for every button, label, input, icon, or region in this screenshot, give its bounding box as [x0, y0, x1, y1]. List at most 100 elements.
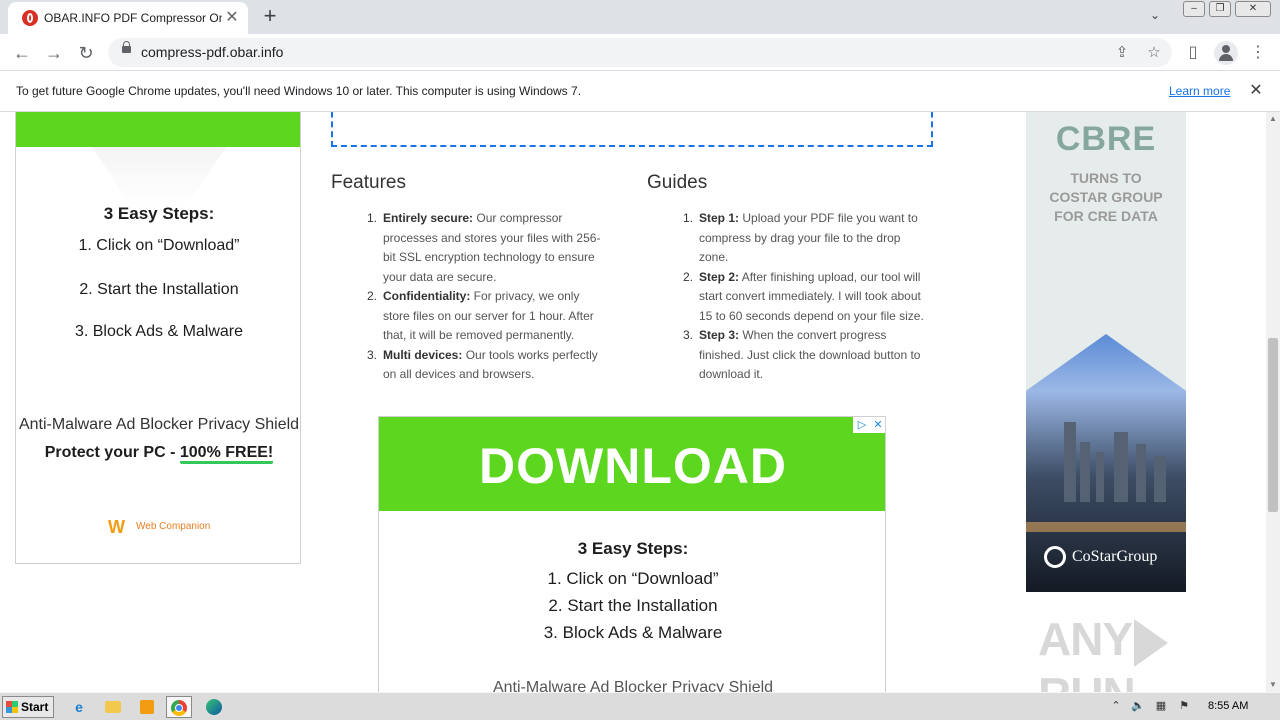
obar-favicon-icon: [22, 10, 38, 26]
item-number: 3.: [683, 328, 694, 342]
infobar-message: To get future Google Chrome updates, you…: [16, 84, 582, 98]
guide-item: 1. Step 1: Upload your PDF file you want …: [683, 209, 933, 268]
action-center-flag-icon[interactable]: ⚑: [1176, 698, 1192, 714]
address-bar[interactable]: compress-pdf.obar.info ⇪ ☆: [108, 38, 1172, 67]
ad-step: 2. Start the Installation: [548, 596, 718, 615]
tray-expand-icon[interactable]: ⌃: [1108, 698, 1124, 714]
vertical-scrollbar[interactable]: ▲ ▼: [1266, 112, 1280, 692]
costar-text: CoStarGroup: [1072, 548, 1158, 565]
ad-steps-title: 3 Easy Steps:: [103, 204, 215, 223]
item-number: 2.: [367, 289, 378, 303]
adchoices-play-icon[interactable]: ▷: [854, 417, 870, 433]
ad-subtitle: Anti-Malware Ad Blocker Privacy Shield: [492, 679, 774, 692]
item-label: Entirely secure:: [383, 211, 474, 225]
tab-strip: OBAR.INFO PDF Compressor Online ✕ + ⌄ – …: [0, 0, 1280, 34]
features-list: 1. Entirely secure: Our compressor proces…: [355, 209, 601, 385]
ad-step: 3. Block Ads & Malware: [543, 623, 723, 642]
menu-kebab-icon[interactable]: ⋮: [1246, 41, 1270, 65]
pdf-drop-zone[interactable]: [331, 112, 933, 147]
item-label: Step 1:: [699, 211, 740, 225]
item-number: 2.: [683, 269, 694, 284]
ad-protect-text: Protect your PC - 100% FREE!: [16, 444, 300, 464]
ad-right-line: TURNS TO: [1070, 170, 1142, 186]
item-label: Confidentiality:: [383, 289, 471, 303]
bookmark-star-icon[interactable]: ☆: [1144, 43, 1164, 63]
tab-search-chevron-icon[interactable]: ⌄: [1150, 8, 1170, 28]
ad-subtitle: Anti-Malware Ad Blocker Privacy Shield: [18, 416, 300, 433]
ad-green-header: [16, 112, 300, 147]
item-label: Step 2:: [699, 269, 740, 284]
play-icon: [1134, 618, 1169, 667]
scrollbar-thumb[interactable]: [1268, 338, 1278, 512]
share-icon[interactable]: ⇪: [1112, 43, 1132, 63]
ad-protect-highlight: 100% FREE!: [179, 444, 274, 464]
web-companion-text: Web Companion: [136, 521, 211, 532]
file-explorer-icon[interactable]: [100, 696, 126, 718]
scroll-down-arrow-icon[interactable]: ▼: [1266, 678, 1280, 692]
browser-toolbar: ← → ↻ compress-pdf.obar.info ⇪ ☆ ▯ ⋮: [0, 34, 1280, 71]
minimize-window-button[interactable]: –: [1183, 1, 1205, 17]
restore-window-button[interactable]: ❐: [1209, 1, 1231, 17]
watermark-right: RUN: [1038, 668, 1136, 692]
ad-download-title[interactable]: DOWNLOAD: [379, 437, 885, 495]
web-companion-logo-icon: W: [108, 517, 125, 537]
media-player-icon[interactable]: [134, 696, 160, 718]
ad-protect-prefix: Protect your PC -: [44, 444, 180, 461]
anyrun-watermark: ANY RUN: [1038, 612, 1266, 692]
download-ad-banner[interactable]: DOWNLOAD ▷ ✕ 3 Easy Steps: 1. Click on “…: [378, 416, 886, 692]
update-infobar: To get future Google Chrome updates, you…: [0, 71, 1280, 112]
item-label: Step 3:: [699, 328, 740, 342]
close-window-button[interactable]: ✕: [1235, 1, 1271, 17]
ad-step: 1. Click on “Download”: [78, 237, 240, 254]
side-panel-icon[interactable]: ▯: [1181, 41, 1205, 65]
costar-logo-icon: [1044, 546, 1066, 568]
ad-decoration: [92, 147, 226, 207]
infobar-close-icon[interactable]: ✕: [1246, 81, 1266, 101]
browser-tab[interactable]: OBAR.INFO PDF Compressor Online ✕: [8, 2, 248, 34]
guides-list: 1. Step 1: Upload your PDF file you want …: [671, 209, 933, 385]
scroll-up-arrow-icon[interactable]: ▲: [1266, 112, 1280, 126]
ad-step: 2. Start the Installation: [79, 281, 239, 298]
ad-right-line: COSTAR GROUP: [1049, 189, 1163, 205]
new-tab-button[interactable]: +: [258, 5, 282, 29]
chrome-taskbar-icon[interactable]: [166, 696, 192, 718]
cbre-logo: CBRE: [1055, 120, 1157, 158]
right-ad-banner[interactable]: CBRE TURNS TO COSTAR GROUP FOR CRE DATA …: [1026, 112, 1186, 592]
guide-item: 3. Step 3: When the convert progress fini…: [683, 326, 933, 385]
internet-explorer-icon[interactable]: e: [66, 696, 92, 718]
item-label: Multi devices:: [383, 347, 463, 362]
back-arrow-icon[interactable]: ←: [9, 40, 35, 66]
windows-flag-icon: [6, 701, 18, 713]
profile-avatar-icon[interactable]: [1214, 41, 1238, 65]
learn-more-link[interactable]: Learn more: [1169, 84, 1230, 98]
forward-arrow-icon[interactable]: →: [41, 40, 67, 66]
item-number: 1.: [367, 211, 378, 225]
item-number: 3.: [367, 347, 378, 362]
watermark-left: ANY: [1038, 613, 1133, 665]
lock-icon[interactable]: [122, 41, 131, 53]
adchoices-badge[interactable]: ▷ ✕: [853, 417, 885, 433]
ad-right-line: FOR CRE DATA: [1054, 208, 1158, 224]
ad-step: 3. Block Ads & Malware: [74, 323, 244, 340]
start-label: Start: [21, 700, 49, 714]
tab-close-icon[interactable]: ✕: [222, 8, 242, 28]
start-button[interactable]: Start: [2, 696, 54, 718]
volume-icon[interactable]: 🔈: [1130, 698, 1146, 714]
taskbar-clock[interactable]: 8:55 AM: [1208, 700, 1248, 712]
ad-close-icon[interactable]: ✕: [870, 417, 885, 433]
url-text[interactable]: compress-pdf.obar.info: [141, 44, 283, 60]
ad-step: 1. Click on “Download”: [547, 569, 719, 588]
feature-item: 3. Multi devices: Our tools works perfect…: [367, 346, 601, 385]
ad-steps-title: 3 Easy Steps:: [577, 539, 689, 558]
tab-title: OBAR.INFO PDF Compressor Online: [44, 11, 222, 25]
left-ad-banner[interactable]: 3 Easy Steps: 1. Click on “Download” 2. …: [15, 112, 301, 564]
guides-title: Guides: [647, 172, 708, 193]
edge-taskbar-icon[interactable]: [201, 696, 227, 718]
reload-icon[interactable]: ↻: [73, 40, 99, 66]
item-number: 1.: [683, 211, 694, 225]
feature-item: 2. Confidentiality: For privacy, we only …: [367, 287, 601, 346]
network-icon[interactable]: ▦: [1153, 698, 1169, 714]
guide-item: 2. Step 2: After finishing upload, our to…: [683, 268, 933, 327]
windows-taskbar: Start e ⌃ 🔈 ▦ ⚑ 8:55 AM: [0, 692, 1280, 720]
features-title: Features: [331, 172, 406, 193]
